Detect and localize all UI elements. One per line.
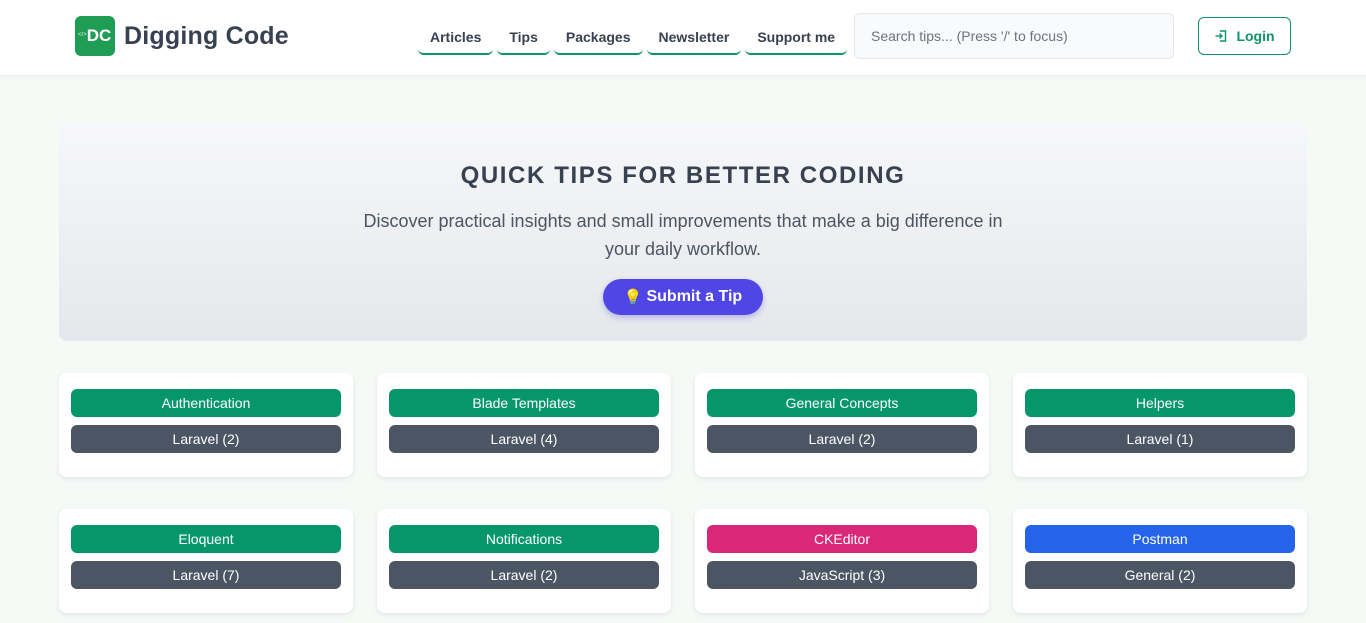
topic-tag[interactable]: General Concepts <box>707 389 977 417</box>
site-header: </> DC Digging Code Articles Tips Packag… <box>0 0 1366 76</box>
submit-tip-label: Submit a Tip <box>646 288 743 305</box>
lightbulb-icon: 💡 <box>623 289 643 306</box>
tip-card: Notifications Laravel (2) <box>377 509 671 613</box>
main-nav: Articles Tips Packages Newsletter Suppor… <box>418 20 848 55</box>
topic-tag[interactable]: Authentication <box>71 389 341 417</box>
language-tag[interactable]: Laravel (2) <box>707 425 977 453</box>
language-tag[interactable]: Laravel (4) <box>389 425 659 453</box>
hero-banner: QUICK TIPS FOR BETTER CODING Discover pr… <box>59 124 1307 341</box>
tip-card: Eloquent Laravel (7) <box>59 509 353 613</box>
search-input[interactable] <box>871 28 1157 44</box>
language-tag[interactable]: Laravel (2) <box>71 425 341 453</box>
login-button[interactable]: Login <box>1198 17 1291 55</box>
topic-tag[interactable]: CKEditor <box>707 525 977 553</box>
nav-newsletter[interactable]: Newsletter <box>646 20 742 55</box>
tip-card: Postman General (2) <box>1013 509 1307 613</box>
nav-tips[interactable]: Tips <box>497 20 550 55</box>
tip-card: CKEditor JavaScript (3) <box>695 509 989 613</box>
submit-tip-button[interactable]: 💡 Submit a Tip <box>603 279 763 315</box>
code-icon: </> <box>78 32 87 38</box>
login-icon <box>1214 29 1228 43</box>
brand-name: Digging Code <box>124 21 289 50</box>
site-logo[interactable]: </> DC Digging Code <box>75 16 289 56</box>
language-tag[interactable]: Laravel (1) <box>1025 425 1295 453</box>
language-tag[interactable]: JavaScript (3) <box>707 561 977 589</box>
language-tag[interactable]: Laravel (2) <box>389 561 659 589</box>
language-tag[interactable]: General (2) <box>1025 561 1295 589</box>
tip-card: Authentication Laravel (2) <box>59 373 353 477</box>
tip-card: Blade Templates Laravel (4) <box>377 373 671 477</box>
hero-subtitle: Discover practical insights and small im… <box>363 211 1003 259</box>
topic-tag[interactable]: Eloquent <box>71 525 341 553</box>
topic-tag[interactable]: Notifications <box>389 525 659 553</box>
tip-card: General Concepts Laravel (2) <box>695 373 989 477</box>
topic-tag[interactable]: Blade Templates <box>389 389 659 417</box>
nav-packages[interactable]: Packages <box>553 20 643 55</box>
language-tag[interactable]: Laravel (7) <box>71 561 341 589</box>
hero-title: QUICK TIPS FOR BETTER CODING <box>460 162 906 189</box>
topic-tag[interactable]: Helpers <box>1025 389 1295 417</box>
nav-support-me[interactable]: Support me <box>745 20 848 55</box>
tip-card: Helpers Laravel (1) <box>1013 373 1307 477</box>
logo-badge: </> DC <box>75 16 115 56</box>
nav-articles[interactable]: Articles <box>418 20 494 55</box>
login-label: Login <box>1236 28 1275 44</box>
topic-tag[interactable]: Postman <box>1025 525 1295 553</box>
search-box <box>854 13 1174 59</box>
